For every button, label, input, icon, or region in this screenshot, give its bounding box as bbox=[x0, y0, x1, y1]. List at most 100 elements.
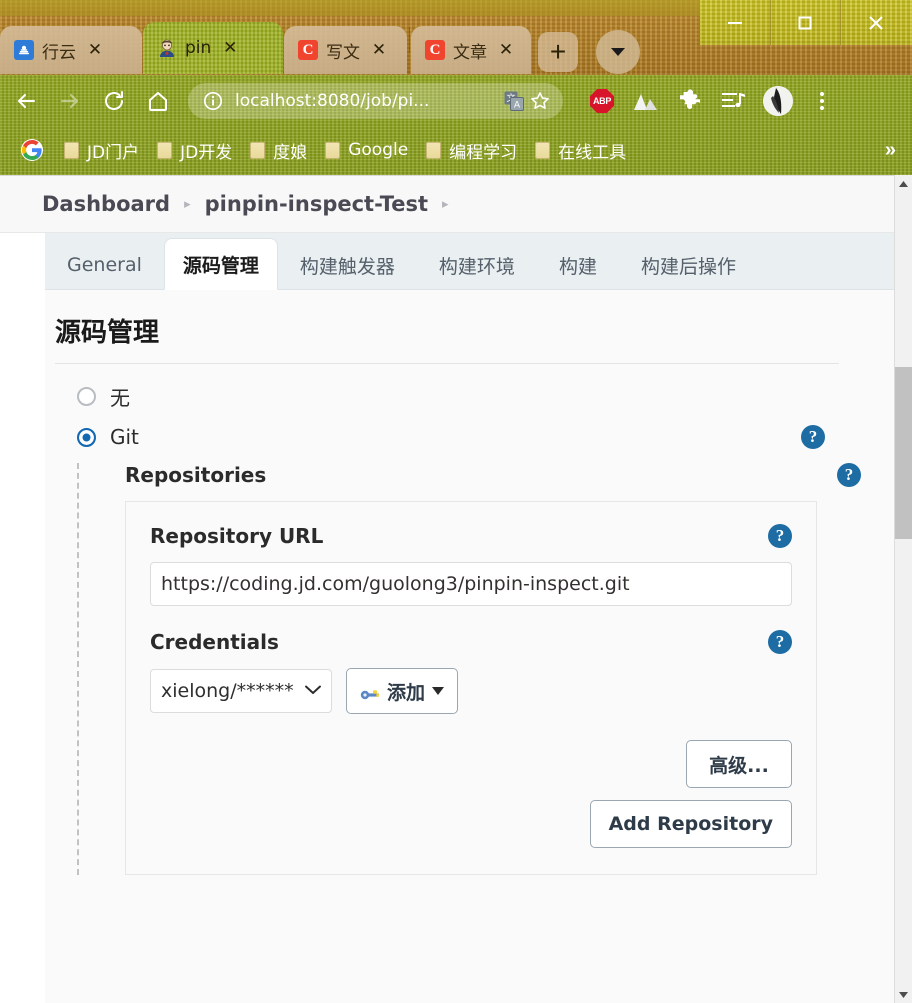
tab-title: 行云 bbox=[42, 42, 76, 63]
forward-arrow-icon bbox=[52, 83, 88, 119]
back-arrow-icon[interactable] bbox=[8, 83, 44, 119]
scm-option-none-label: 无 bbox=[110, 386, 130, 410]
scroll-down-arrow-icon[interactable] bbox=[895, 986, 912, 1003]
breadcrumb: Dashboard ▸ pinpin-inspect-Test ▸ bbox=[0, 176, 895, 233]
bookmark-item[interactable]: JD门户 bbox=[64, 138, 139, 163]
star-icon[interactable] bbox=[527, 88, 553, 114]
bookmark-label: JD开发 bbox=[180, 142, 233, 163]
person-icon bbox=[157, 38, 177, 58]
breadcrumb-item-job[interactable]: pinpin-inspect-Test bbox=[205, 192, 428, 216]
tab-post-build-actions[interactable]: 构建后操作 bbox=[619, 241, 758, 289]
folder-icon bbox=[250, 141, 266, 159]
address-bar[interactable]: localhost:8080/job/pi... 文 A bbox=[188, 83, 563, 119]
repository-url-header: Repository URL ? bbox=[150, 524, 792, 548]
repositories-label: Repositories bbox=[125, 463, 267, 487]
close-icon[interactable]: ✕ bbox=[368, 39, 390, 61]
credentials-select[interactable]: xielong/****** bbox=[150, 669, 332, 713]
key-icon bbox=[360, 684, 380, 700]
avatar bbox=[763, 86, 793, 116]
folder-icon bbox=[535, 141, 551, 159]
browser-tab-active[interactable]: pin ✕ bbox=[143, 22, 283, 74]
csdn-c-icon: C bbox=[298, 40, 318, 60]
git-config-block: Repositories ? Repository URL ? Credenti… bbox=[77, 463, 867, 875]
add-repository-button[interactable]: Add Repository bbox=[589, 800, 792, 848]
page-title: 源码管理 bbox=[55, 318, 160, 348]
help-icon-repository-url[interactable]: ? bbox=[768, 524, 792, 548]
bookmark-item[interactable]: 编程学习 bbox=[426, 138, 517, 163]
bookmark-item[interactable]: 度娘 bbox=[250, 138, 307, 163]
scm-option-none[interactable]: 无 bbox=[55, 382, 867, 411]
nesting-guide-line bbox=[77, 463, 79, 875]
content-area: General 源码管理 构建触发器 构建环境 构建 构建后操作 源码管理 无 bbox=[0, 233, 895, 1003]
reload-icon[interactable] bbox=[96, 83, 132, 119]
svg-text:A: A bbox=[514, 101, 521, 111]
bookmarks-overflow-button[interactable]: » bbox=[885, 139, 896, 162]
chevron-down-icon bbox=[305, 682, 321, 700]
adblock-plus-icon[interactable]: ABP bbox=[585, 84, 619, 118]
breadcrumb-separator-icon: ▸ bbox=[184, 196, 191, 211]
tab-title: pin bbox=[185, 38, 212, 58]
add-credentials-label: 添加 bbox=[387, 681, 426, 704]
tab-search-button[interactable] bbox=[596, 30, 640, 74]
close-icon[interactable]: ✕ bbox=[495, 39, 517, 61]
puzzle-piece-icon[interactable] bbox=[673, 84, 707, 118]
chevron-down-icon bbox=[432, 687, 445, 695]
home-icon[interactable] bbox=[140, 83, 176, 119]
url-text: localhost:8080/job/pi... bbox=[235, 91, 430, 111]
close-icon[interactable]: ✕ bbox=[84, 39, 106, 61]
bookmark-item[interactable]: JD开发 bbox=[157, 138, 232, 163]
google-g-icon[interactable] bbox=[18, 136, 46, 164]
credentials-label: Credentials bbox=[150, 630, 279, 654]
config-panel: General 源码管理 构建触发器 构建环境 构建 构建后操作 源码管理 无 bbox=[45, 233, 895, 1003]
browser-tab[interactable]: C 文章 ✕ bbox=[411, 26, 531, 74]
close-icon[interactable]: ✕ bbox=[219, 37, 241, 59]
scroll-up-arrow-icon[interactable] bbox=[895, 175, 912, 192]
music-list-icon[interactable] bbox=[717, 84, 751, 118]
tab-build[interactable]: 构建 bbox=[537, 241, 619, 289]
info-circle-icon[interactable] bbox=[200, 88, 226, 114]
bookmark-label: 在线工具 bbox=[558, 142, 627, 163]
scm-option-git[interactable]: Git ? bbox=[55, 425, 861, 449]
help-icon-credentials[interactable]: ? bbox=[768, 630, 792, 654]
profile-avatar[interactable] bbox=[761, 84, 795, 118]
advanced-button[interactable]: 高级... bbox=[686, 740, 792, 788]
tab-title: 写文 bbox=[326, 42, 360, 63]
cloud-icon bbox=[14, 40, 34, 60]
radio-none[interactable] bbox=[77, 387, 96, 406]
tab-general[interactable]: General bbox=[45, 241, 164, 289]
tab-title: 文章 bbox=[453, 42, 487, 63]
scrollbar-thumb[interactable] bbox=[895, 367, 912, 539]
bookmark-label: 度娘 bbox=[273, 142, 308, 163]
extension-icons: ABP bbox=[575, 84, 839, 118]
tab-strip: 行云 ✕ pin ✕ C 写文 ✕ C 文章 ✕ + bbox=[0, 14, 912, 74]
browser-tab[interactable]: 行云 ✕ bbox=[0, 26, 142, 74]
translate-icon[interactable]: 文 A bbox=[501, 88, 527, 114]
bookmarks-bar: JD门户 JD开发 度娘 Google 编程学习 在线工具 » bbox=[0, 128, 912, 172]
browser-window: 行云 ✕ pin ✕ C 写文 ✕ C 文章 ✕ + localhost:808… bbox=[0, 0, 912, 1003]
bookmark-label: JD门户 bbox=[87, 142, 140, 163]
vertical-scrollbar[interactable] bbox=[894, 175, 912, 1003]
mountains-icon[interactable] bbox=[629, 84, 663, 118]
repository-url-input[interactable] bbox=[150, 562, 792, 606]
tab-build-triggers[interactable]: 构建触发器 bbox=[278, 241, 417, 289]
breadcrumb-item-dashboard[interactable]: Dashboard bbox=[42, 192, 170, 216]
add-credentials-button[interactable]: 添加 bbox=[346, 668, 459, 714]
kebab-menu-icon[interactable] bbox=[805, 84, 839, 118]
scm-option-git-label: Git bbox=[110, 425, 139, 449]
browser-tab[interactable]: C 写文 ✕ bbox=[284, 26, 407, 74]
help-icon-repositories[interactable]: ? bbox=[837, 463, 861, 487]
repository-actions: 高级... Add Repository bbox=[150, 740, 792, 848]
new-tab-button[interactable]: + bbox=[538, 32, 578, 72]
breadcrumb-separator-icon: ▸ bbox=[442, 196, 449, 211]
browser-chrome: 行云 ✕ pin ✕ C 写文 ✕ C 文章 ✕ + localhost:808… bbox=[0, 0, 912, 175]
page-viewport: Dashboard ▸ pinpin-inspect-Test ▸ Genera… bbox=[0, 175, 912, 1003]
bookmark-item[interactable]: 在线工具 bbox=[535, 138, 626, 163]
help-icon-git[interactable]: ? bbox=[801, 425, 825, 449]
radio-git[interactable] bbox=[77, 427, 96, 447]
tab-build-environment[interactable]: 构建环境 bbox=[417, 241, 537, 289]
bookmark-item[interactable]: Google bbox=[325, 140, 408, 160]
left-gutter bbox=[0, 233, 46, 1003]
bookmark-label: Google bbox=[348, 140, 409, 160]
tab-source-code-management[interactable]: 源码管理 bbox=[163, 238, 278, 290]
divider bbox=[55, 363, 839, 364]
